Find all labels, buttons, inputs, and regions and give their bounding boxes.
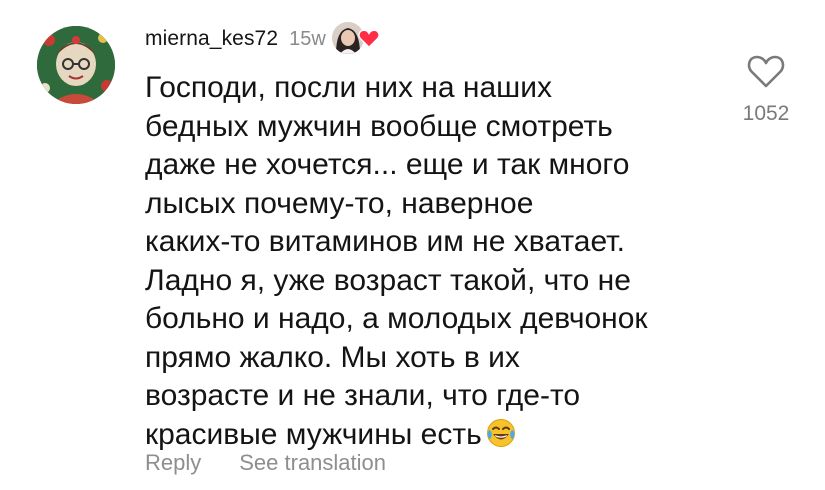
comment-header: mierna_kes72 15w <box>145 20 380 58</box>
comment-text-content: Господи, посли них на наших бедных мужчи… <box>145 71 648 451</box>
avatar[interactable] <box>37 26 115 104</box>
comment-actions: Reply See translation <box>145 450 386 476</box>
heart-outline-icon[interactable] <box>746 52 786 90</box>
creator-liked-badge <box>331 22 380 56</box>
username[interactable]: mierna_kes72 <box>145 27 278 51</box>
comment-text: Господи, посли них на наших бедных мужчи… <box>145 69 735 454</box>
see-translation-button[interactable]: See translation <box>239 450 386 476</box>
face-with-tears-of-joy-icon <box>486 418 516 448</box>
like-column: 1052 <box>726 52 806 126</box>
comment-item: mierna_kes72 15w Господи, посли них на н… <box>0 0 825 490</box>
heart-filled-icon <box>358 29 380 48</box>
timestamp: 15w <box>289 27 326 50</box>
avatar-image <box>37 26 115 104</box>
reply-button[interactable]: Reply <box>145 450 201 476</box>
like-count: 1052 <box>742 102 790 125</box>
